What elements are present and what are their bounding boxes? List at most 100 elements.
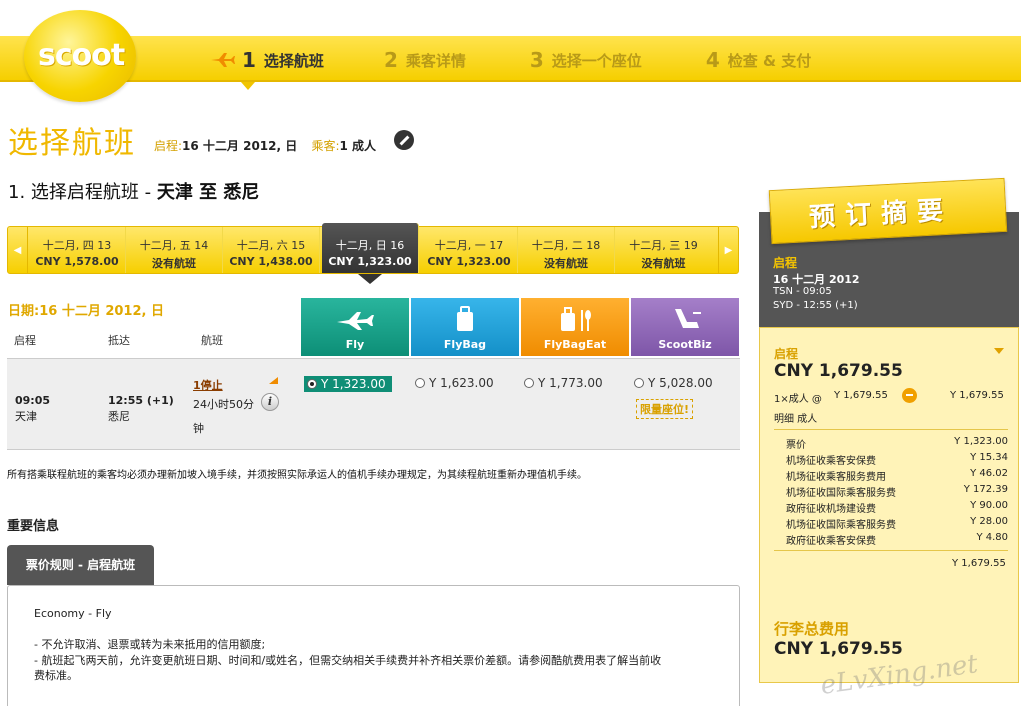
chevron-down-icon[interactable]: [994, 348, 1004, 354]
summary-date: 16 十二月 2012: [773, 273, 860, 286]
fare-option-flybag[interactable]: Y 1,623.00: [415, 376, 494, 390]
section-heading: 1. 选择启程航班 - 天津 至 悉尼: [8, 178, 259, 204]
fee-name: 票价: [786, 440, 806, 451]
fare-option-scootbiz[interactable]: Y 5,028.00: [634, 376, 713, 390]
date-price: CNY 1,578.00: [35, 255, 119, 268]
date-price: 没有航班: [152, 257, 196, 270]
fee-row: 机场征收国际乘客服务费 Y 28.00: [786, 516, 1008, 531]
date-option-selected[interactable]: 十二月, 日 16 CNY 1,323.00: [322, 223, 419, 273]
booking-page: scoot 1 选择航班 2 乘客详情 3 选择一个座位 4 检查 & 支付 选…: [0, 0, 1021, 706]
seat-icon: [675, 309, 701, 328]
fare-option-fly[interactable]: Y 1,323.00: [304, 376, 392, 392]
date-price: CNY 1,323.00: [328, 255, 412, 268]
grand-label: 行李总费用: [774, 620, 850, 638]
fare-tab-flybageat[interactable]: FlyBagEat: [521, 298, 629, 356]
rule-line: 费标准。: [34, 669, 78, 682]
divider: [774, 550, 1008, 551]
step-2[interactable]: 2 乘客详情: [384, 48, 466, 72]
step-3[interactable]: 3 选择一个座位: [530, 48, 642, 72]
fare-rules-tab[interactable]: 票价规则 - 启程航班: [7, 545, 154, 585]
step-3-label: 选择一个座位: [551, 51, 642, 70]
selected-date-label: 日期:16 十二月 2012, 日: [8, 304, 164, 319]
airplane-icon: [337, 312, 374, 330]
col-depart: 启程: [14, 334, 36, 347]
bag-and-food-icon: [561, 307, 591, 331]
fee-row: 政府征收机场建设费 Y 90.00: [786, 500, 1008, 515]
date-price: CNY 1,438.00: [229, 255, 313, 268]
step-2-number: 2: [383, 48, 398, 72]
date-option[interactable]: 十二月, 四 13 CNY 1,578.00: [29, 227, 126, 273]
date-option[interactable]: 十二月, 二 18 没有航班: [518, 227, 615, 273]
radio-icon: [307, 379, 317, 389]
section-prefix: 1. 选择启程航班 -: [8, 182, 157, 203]
fare-price: Y 1,623.00: [429, 376, 494, 390]
pax-value: 1 成人: [339, 139, 377, 153]
fare-class: Economy - Fly: [34, 607, 112, 620]
prev-dates-arrow-icon[interactable]: ◀: [8, 227, 28, 273]
fee-value: Y 4.80: [976, 532, 1008, 543]
progress-steps: 1 选择航班 2 乘客详情 3 选择一个座位 4 检查 & 支付: [210, 46, 875, 74]
arr-time: 12:55 (+1): [108, 394, 174, 407]
active-step-pointer: [241, 82, 255, 90]
step-4[interactable]: 4 检查 & 支付: [706, 48, 811, 72]
logo-text: scoot: [38, 38, 125, 73]
next-dates-arrow-icon[interactable]: ▶: [718, 227, 738, 273]
panel-total: CNY 1,679.55: [774, 361, 903, 381]
fee-name: 机场征收国际乘客服务费: [786, 520, 896, 531]
date-label: 十二月, 三 19: [629, 239, 698, 252]
fee-name: 政府征收机场建设费: [786, 504, 876, 515]
step-2-label: 乘客详情: [405, 51, 466, 70]
date-price: 没有航班: [544, 257, 588, 270]
fee-value: Y 172.39: [963, 484, 1008, 495]
step-3-number: 3: [529, 48, 544, 72]
step-1[interactable]: 1 选择航班: [210, 48, 324, 72]
pax-price: Y 1,679.55: [834, 390, 888, 401]
flag-icon: [269, 377, 278, 384]
fee-row: 机场征收国际乘客服务费 Y 172.39: [786, 484, 1008, 499]
date-label: 十二月, 四 13: [42, 239, 112, 252]
fee-value: Y 90.00: [970, 500, 1008, 511]
airplane-icon: [211, 53, 235, 67]
fare-tab-fly[interactable]: Fly: [301, 298, 409, 356]
flight-row: 09:05 天津 12:55 (+1) 悉尼 1停止 24小时50分 钟 i Y…: [7, 358, 740, 450]
scoot-logo[interactable]: scoot: [24, 10, 136, 102]
date-option[interactable]: 十二月, 六 15 CNY 1,438.00: [223, 227, 320, 273]
dep-city: 天津: [15, 410, 37, 423]
fee-row: 机场征收乘客安保费 Y 15.34: [786, 452, 1008, 467]
edit-pencil-icon[interactable]: [394, 130, 414, 150]
fee-name: 机场征收乘客安保费: [786, 456, 876, 467]
date-option[interactable]: 十二月, 一 17 CNY 1,323.00: [421, 227, 518, 273]
fare-option-flybageat[interactable]: Y 1,773.00: [524, 376, 603, 390]
radio-icon: [524, 378, 534, 388]
summary-banner-text: 预订摘要: [808, 195, 954, 234]
remove-passenger-icon[interactable]: [902, 388, 917, 403]
suitcase-icon: [457, 306, 473, 331]
step-1-number: 1: [242, 48, 256, 72]
col-flight: 航班: [201, 334, 223, 347]
detail-label: 明细 成人: [774, 414, 818, 425]
date-option[interactable]: 十二月, 三 19 没有航班: [615, 227, 712, 273]
rule-line: - 不允许取消、退票或转为未来抵用的信用额度;: [34, 638, 266, 651]
step-4-label: 检查 & 支付: [727, 51, 812, 70]
date-option[interactable]: 十二月, 五 14 没有航班: [126, 227, 223, 273]
fare-tab-flybag[interactable]: FlyBag: [411, 298, 519, 356]
fee-row: 机场征收乘客服务费用 Y 46.02: [786, 468, 1008, 483]
date-label: 十二月, 二 18: [531, 239, 601, 252]
duration-line-2: 钟: [193, 422, 204, 435]
grand-total: CNY 1,679.55: [774, 639, 903, 659]
stops-link[interactable]: 1停止: [193, 377, 223, 393]
important-heading: 重要信息: [7, 519, 60, 534]
date-slider: ◀ 十二月, 四 13 CNY 1,578.00 十二月, 五 14 没有航班 十二…: [7, 223, 739, 274]
dep-time: 09:05: [15, 394, 51, 407]
fare-tab-scootbiz[interactable]: ScootBiz: [631, 298, 739, 356]
rule-line: - 航班起飞两天前，允许变更航班日期、时间和/或姓名，但需交纳相关手续费并补齐相…: [34, 654, 662, 667]
fee-name: 政府征收乘客安保费: [786, 536, 876, 547]
pax-total: Y 1,679.55: [950, 390, 1004, 401]
fare-price: Y 1,323.00: [321, 377, 386, 391]
fee-row: 政府征收乘客安保费 Y 4.80: [786, 532, 1008, 547]
fee-row: 票价 Y 1,323.00: [786, 436, 1008, 451]
info-icon[interactable]: i: [261, 393, 279, 411]
date-label: 十二月, 五 14: [139, 239, 209, 252]
date-price: CNY 1,323.00: [427, 255, 511, 268]
depart-value: 16 十二月 2012, 日: [182, 139, 298, 153]
